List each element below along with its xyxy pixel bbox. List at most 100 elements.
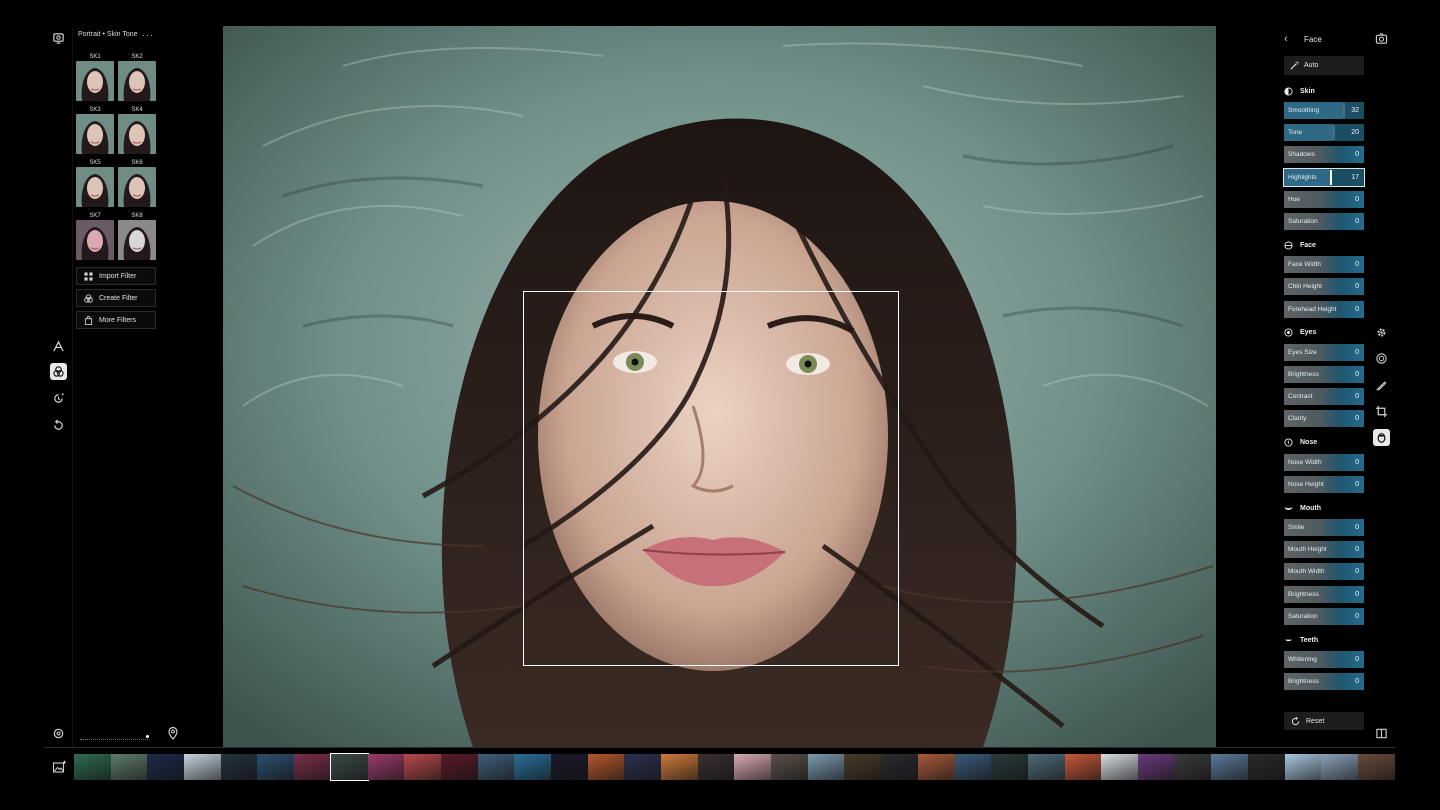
slider-chin-height[interactable]: Chin Height 0 <box>1284 278 1364 296</box>
filmstrip-thumbnail[interactable] <box>440 754 478 780</box>
filmstrip-thumbnail[interactable] <box>184 754 221 780</box>
filter-thumbnail[interactable]: SK8 <box>118 212 156 262</box>
history-icon[interactable] <box>50 390 67 407</box>
slider-whitening[interactable]: Whitening 0 <box>1284 651 1364 668</box>
filmstrip-thumbnail[interactable] <box>734 754 772 780</box>
slider-eyes-size[interactable]: Eyes Size 0 <box>1284 343 1364 361</box>
face-detection-box[interactable] <box>523 291 899 666</box>
filmstrip-thumbnail[interactable] <box>661 754 698 780</box>
filmstrip-thumbnail[interactable] <box>1174 754 1212 780</box>
filmstrip-thumbnail[interactable] <box>697 754 735 780</box>
filmstrip-thumbnail[interactable] <box>1358 754 1395 780</box>
filmstrip-thumbnail[interactable] <box>587 754 625 780</box>
filmstrip-thumbnail[interactable] <box>477 754 515 780</box>
auto-button[interactable]: Auto <box>1284 56 1364 75</box>
presets-icon[interactable] <box>50 30 67 47</box>
create-filter-button[interactable]: Create Filter <box>76 289 156 307</box>
filmstrip-thumbnail[interactable] <box>771 754 808 780</box>
slider-handle[interactable] <box>1332 125 1335 141</box>
more-filters-button[interactable]: More Filters <box>76 311 156 329</box>
settings-gear-icon[interactable] <box>52 727 65 740</box>
filter-thumbnail[interactable]: SK3 <box>76 106 114 156</box>
filmstrip-thumbnail[interactable] <box>807 754 845 780</box>
slider-highlights[interactable]: Highlights 17 <box>1283 167 1365 187</box>
filmstrip-thumbnail[interactable] <box>954 754 992 780</box>
slider-handle[interactable] <box>1341 103 1345 118</box>
filmstrip-thumbnail[interactable] <box>844 754 882 780</box>
import-filter-button[interactable]: Import Filter <box>76 267 156 285</box>
slider-brightness[interactable]: Brightness 0 <box>1284 366 1364 383</box>
photo-canvas[interactable] <box>223 26 1216 747</box>
zoom-slider-handle[interactable] <box>146 735 149 738</box>
filmstrip-thumbnail[interactable] <box>367 754 405 780</box>
zoom-slider[interactable] <box>80 736 148 740</box>
filmstrip-thumbnail[interactable] <box>991 754 1028 780</box>
filter-preview-image <box>76 167 114 207</box>
slider-mouth-height[interactable]: Mouth Height 0 <box>1284 541 1364 559</box>
text-tool-icon[interactable] <box>50 338 67 355</box>
filmstrip-thumbnail[interactable] <box>550 754 588 780</box>
filmstrip-thumbnail[interactable] <box>1211 754 1248 780</box>
slider-brightness[interactable]: Brightness 0 <box>1284 585 1364 603</box>
filmstrip-thumbnail[interactable] <box>257 754 295 780</box>
filmstrip-thumbnail[interactable] <box>329 753 369 781</box>
slider-hue[interactable]: Hue 0 <box>1284 190 1364 208</box>
slider-smoothing[interactable]: Smoothing 32 <box>1284 102 1364 119</box>
compare-icon[interactable] <box>1373 725 1390 742</box>
filmstrip-thumbnail[interactable] <box>220 754 258 780</box>
more-options-button[interactable]: ··· <box>142 30 154 40</box>
filter-thumbnail[interactable]: SK2 <box>118 53 156 103</box>
auto-label: Auto <box>1304 62 1319 69</box>
filter-thumbnail[interactable]: SK7 <box>76 212 114 262</box>
filmstrip-thumbnail[interactable] <box>624 754 661 780</box>
location-pin-icon[interactable] <box>166 726 180 740</box>
filters-icon[interactable] <box>50 363 67 380</box>
retouch-icon[interactable] <box>1373 350 1390 367</box>
slider-saturation[interactable]: Saturation 0 <box>1284 213 1364 230</box>
slider-value: 0 <box>1355 546 1359 554</box>
filmstrip-thumbnail[interactable] <box>294 754 331 780</box>
filmstrip-thumbnail[interactable] <box>1027 754 1065 780</box>
undo-icon[interactable] <box>50 417 67 434</box>
slider-handle[interactable] <box>1329 169 1332 185</box>
slider-shadows[interactable]: Shadows 0 <box>1284 146 1364 164</box>
slider-value: 0 <box>1355 371 1359 378</box>
slider-smile[interactable]: Smile 0 <box>1284 519 1364 536</box>
slider-nose-height[interactable]: Nose Height 0 <box>1284 475 1364 493</box>
filmstrip-thumbnail[interactable] <box>1101 754 1138 780</box>
filmstrip-thumbnail[interactable] <box>514 754 551 780</box>
slider-brightness[interactable]: Brightness 0 <box>1284 673 1364 691</box>
filmstrip-thumbnail[interactable] <box>1321 754 1359 780</box>
adjust-gear-icon[interactable] <box>1373 324 1390 341</box>
slider-contrast[interactable]: Contrast 0 <box>1284 388 1364 406</box>
face-icon[interactable] <box>1373 429 1390 446</box>
filmstrip-thumbnail[interactable] <box>110 754 148 780</box>
filmstrip-thumbnail[interactable] <box>917 754 955 780</box>
gallery-icon[interactable] <box>52 760 66 774</box>
filter-thumbnail[interactable]: SK4 <box>118 106 156 156</box>
camera-export-icon[interactable] <box>1373 30 1390 47</box>
filmstrip-thumbnail[interactable] <box>1284 754 1322 780</box>
slider-forehead-height[interactable]: Forehead Height 0 <box>1284 300 1364 318</box>
slider-clarity[interactable]: Clarity 0 <box>1284 410 1364 428</box>
reset-button[interactable]: Reset <box>1284 712 1364 730</box>
filter-thumbnail[interactable]: SK5 <box>76 159 114 209</box>
slider-tone[interactable]: Tone 20 <box>1284 124 1364 142</box>
filter-thumbnail[interactable]: SK6 <box>118 159 156 209</box>
filter-thumbnail[interactable]: SK1 <box>76 53 114 103</box>
brush-icon[interactable] <box>1373 377 1390 394</box>
slider-saturation[interactable]: Saturation 0 <box>1284 607 1364 625</box>
filmstrip-thumbnail[interactable] <box>1248 754 1285 780</box>
filmstrip-thumbnail[interactable] <box>881 754 918 780</box>
filmstrip-thumbnail[interactable] <box>1064 754 1102 780</box>
filmstrip-thumbnail[interactable] <box>74 754 111 780</box>
slider-face-width[interactable]: Face Width 0 <box>1284 256 1364 274</box>
back-chevron-icon[interactable]: ‹ <box>1284 33 1304 45</box>
filmstrip-thumbnail[interactable] <box>404 754 441 780</box>
section-title: Skin <box>1300 87 1315 95</box>
crop-icon[interactable] <box>1373 403 1390 420</box>
slider-mouth-width[interactable]: Mouth Width 0 <box>1284 563 1364 581</box>
filmstrip-thumbnail[interactable] <box>147 754 185 780</box>
slider-nose-width[interactable]: Nose Width 0 <box>1284 453 1364 471</box>
filmstrip-thumbnail[interactable] <box>1137 754 1175 780</box>
